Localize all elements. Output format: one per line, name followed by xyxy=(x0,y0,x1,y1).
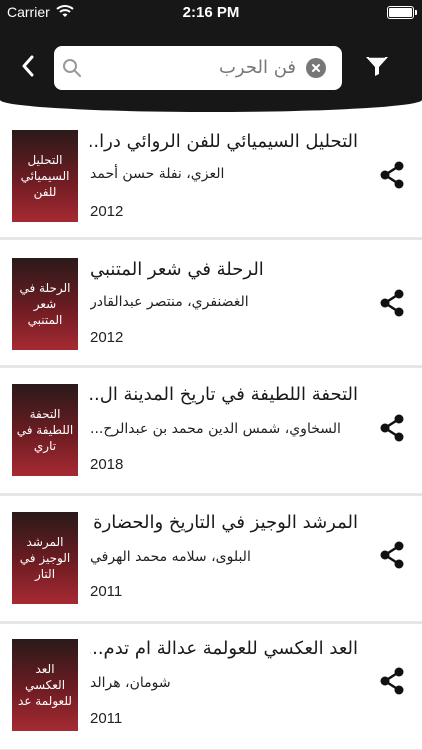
battery-level xyxy=(389,8,412,17)
cover-text: المرشد الوجيز في التار xyxy=(19,535,71,581)
share-icon xyxy=(379,541,405,573)
share-icon xyxy=(379,667,405,699)
book-year: 2011 xyxy=(90,583,123,600)
cover-text: التحليل السيميائي للفن xyxy=(20,153,70,199)
share-button[interactable] xyxy=(378,161,406,193)
top-bar: Carrier 2:16 PM فن الحرب xyxy=(0,0,422,112)
book-list: التحليل السيميائي للفن التحليل السيميائي… xyxy=(0,112,422,750)
book-cover[interactable]: التحليل السيميائي للفن xyxy=(12,130,78,222)
share-button[interactable] xyxy=(378,667,406,699)
book-year: 2012 xyxy=(90,203,124,220)
book-row[interactable]: المرشد الوجيز في التار المرشد الوجيز في … xyxy=(0,496,422,624)
book-year: 2012 xyxy=(90,329,124,346)
battery-icon xyxy=(387,6,417,19)
share-button[interactable] xyxy=(378,289,406,321)
book-title[interactable]: المرشد الوجيز في التاريخ والحضارة ا... xyxy=(90,511,358,535)
book-title[interactable]: الرحلة في شعر المتنبي xyxy=(90,258,358,282)
clock: 2:16 PM xyxy=(182,4,240,21)
search-field[interactable]: فن الحرب xyxy=(54,46,342,90)
book-title[interactable]: التحليل السيميائي للفن الروائي درا... xyxy=(90,130,358,154)
book-row[interactable]: التحفة اللطيفة في تاري التحفة اللطيفة في… xyxy=(0,368,422,496)
share-icon xyxy=(379,289,405,321)
cover-text: التحفة اللطيفة في تاري xyxy=(16,407,74,453)
back-button[interactable] xyxy=(14,54,42,82)
share-icon xyxy=(379,161,405,193)
share-button[interactable] xyxy=(378,414,406,446)
cover-text: الرحلة في شعر المتنبي xyxy=(19,281,71,327)
book-author: السخاوي، شمس الدين محمد بن عبدالرح... xyxy=(90,421,341,437)
book-cover[interactable]: الرحلة في شعر المتنبي xyxy=(12,258,78,350)
book-row[interactable]: التحليل السيميائي للفن التحليل السيميائي… xyxy=(0,112,422,240)
book-cover[interactable]: العد العكسي للعولمة عد xyxy=(12,639,78,731)
search-input[interactable]: فن الحرب xyxy=(219,46,296,90)
book-author: البلوى، سلامه محمد الهرفي xyxy=(90,549,251,565)
clear-search-icon[interactable] xyxy=(306,58,326,78)
book-author: شومان، هرالد xyxy=(90,675,171,691)
share-icon xyxy=(379,414,405,446)
status-bar: Carrier 2:16 PM xyxy=(0,0,422,26)
book-cover[interactable]: التحفة اللطيفة في تاري xyxy=(12,384,78,476)
book-row[interactable]: العد العكسي للعولمة عد العد العكسي للعول… xyxy=(0,624,422,750)
share-button[interactable] xyxy=(378,541,406,573)
book-title[interactable]: العد العكسي للعولمة عدالة ام تدم... xyxy=(90,637,358,661)
book-title[interactable]: التحفة اللطيفة في تاريخ المدينة ال... xyxy=(90,383,358,407)
chevron-left-icon xyxy=(21,55,35,81)
book-row[interactable]: الرحلة في شعر المتنبي الرحلة في شعر المت… xyxy=(0,240,422,368)
book-year: 2018 xyxy=(90,456,124,473)
funnel-icon xyxy=(364,55,390,81)
filter-button[interactable] xyxy=(362,55,392,81)
book-author: العزي، نفلة حسن أحمد xyxy=(90,166,225,182)
search-icon xyxy=(62,58,82,82)
cover-text: العد العكسي للعولمة عد xyxy=(18,662,72,708)
book-year: 2011 xyxy=(90,710,123,727)
book-cover[interactable]: المرشد الوجيز في التار xyxy=(12,512,78,604)
book-author: الغضنفري، منتصر عبدالقادر xyxy=(90,294,249,310)
